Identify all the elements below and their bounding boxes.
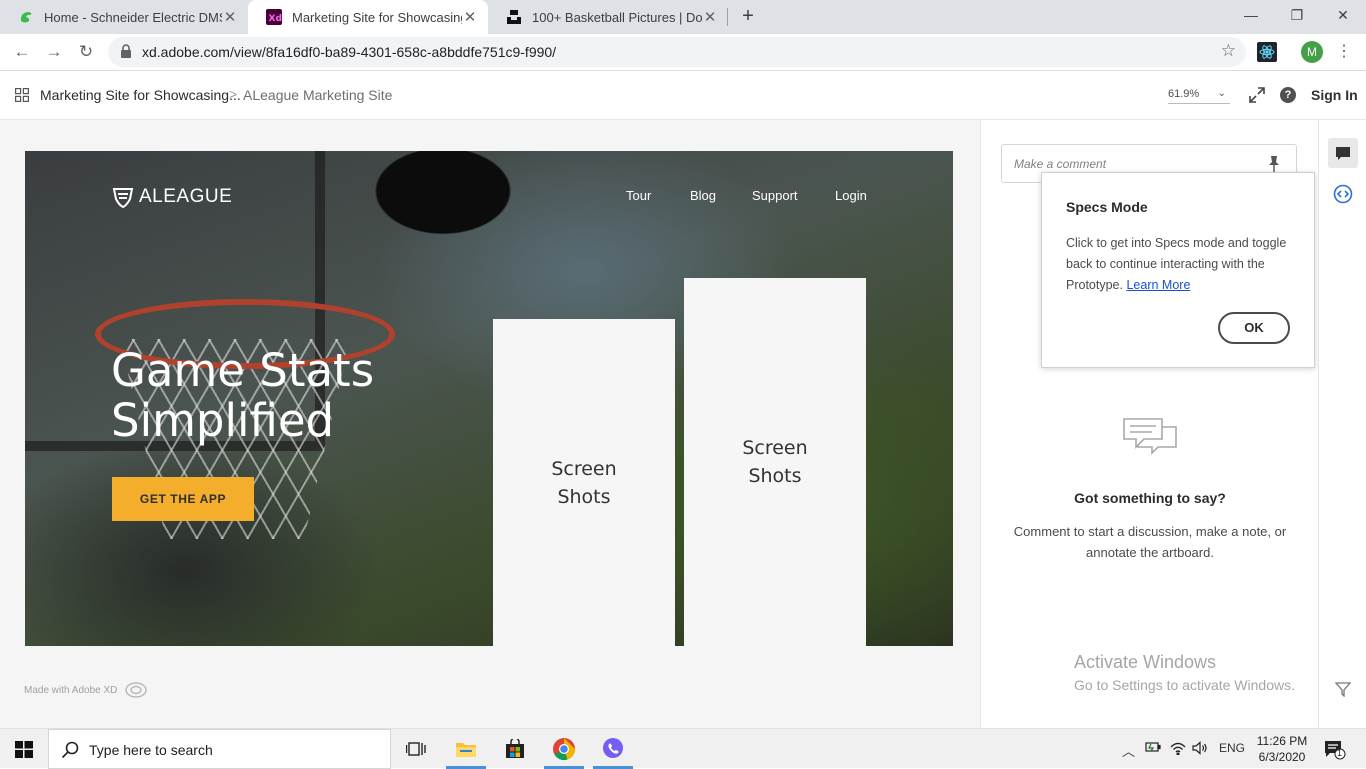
tab-divider [727, 8, 728, 26]
nav-tour[interactable]: Tour [626, 188, 651, 203]
hero-line-1: Game Stats [111, 344, 375, 397]
empty-state-text: Comment to start a discussion, make a no… [1013, 524, 1287, 560]
windows-taskbar: Type here to search ︿ ENG 11:26 PM 6/3/2… [0, 728, 1366, 769]
schneider-favicon-icon [18, 9, 34, 25]
restore-button[interactable]: ❐ [1274, 0, 1320, 30]
notification-count: 1 [1337, 748, 1343, 758]
empty-state-title: Got something to say? [1074, 490, 1226, 506]
close-tab-icon[interactable]: ✕ [462, 8, 478, 26]
artboard[interactable]: ALEAGUE Tour Blog Support Login Game Sta… [25, 151, 953, 646]
popover-text: Click to get into Specs mode and toggle … [1066, 233, 1302, 296]
browser-toolbar: ← → ↻ xd.adobe.com/view/8fa16df0-ba89-43… [0, 34, 1366, 71]
tab-basketball[interactable]: 100+ Basketball Pictures | Downl ✕ [488, 0, 728, 34]
hero-line-2: Simplified [111, 394, 335, 447]
zoom-value: 61.9% [1168, 88, 1200, 100]
address-bar[interactable]: xd.adobe.com/view/8fa16df0-ba89-4301-658… [108, 37, 1246, 67]
specs-mode-popover: Specs Mode Click to get into Specs mode … [1041, 172, 1315, 368]
close-tab-icon[interactable]: ✕ [222, 8, 238, 26]
comment-placeholder: Make a comment [1014, 157, 1107, 171]
file-explorer-icon[interactable] [442, 729, 490, 769]
nav-support[interactable]: Support [752, 188, 798, 203]
activate-windows-text: Go to Settings to activate Windows. [1074, 677, 1295, 693]
forward-arrow-icon[interactable]: → [42, 40, 66, 64]
help-icon[interactable]: ? [1280, 87, 1296, 103]
hero-headline: Game Stats Simplified [111, 346, 374, 446]
task-view-button[interactable] [392, 729, 440, 769]
tab-schneider[interactable]: Home - Schneider Electric DMS ✕ [0, 0, 248, 34]
unsplash-favicon-icon [506, 9, 522, 25]
learn-more-link[interactable]: Learn More [1126, 278, 1190, 292]
tab-title: Home - Schneider Electric DMS [44, 9, 222, 25]
close-window-button[interactable]: ✕ [1320, 0, 1366, 30]
action-center-icon[interactable]: 1 [1324, 740, 1346, 760]
react-extension-icon[interactable] [1257, 42, 1277, 62]
fullscreen-icon[interactable] [1248, 86, 1266, 104]
tab-title: 100+ Basketball Pictures | Downl [532, 9, 702, 25]
chrome-taskbar-icon[interactable] [540, 729, 588, 769]
shield-logo-icon [111, 185, 135, 209]
volume-icon[interactable] [1192, 741, 1208, 758]
new-tab-button[interactable]: + [736, 5, 760, 29]
comments-toggle-button[interactable] [1328, 138, 1358, 168]
back-arrow-icon[interactable]: ← [10, 40, 34, 64]
logo-text: ALEAGUE [139, 186, 233, 207]
profile-avatar[interactable]: M [1301, 41, 1323, 63]
chrome-menu-icon[interactable]: ⋮ [1336, 41, 1352, 63]
svg-text:Xd: Xd [269, 14, 282, 24]
lock-icon[interactable] [120, 44, 132, 58]
bookmark-star-icon[interactable]: ☆ [1221, 41, 1236, 61]
filter-icon[interactable] [1334, 681, 1352, 698]
screenshot-placeholder-1: Screen Shots [493, 319, 675, 646]
screenshot-placeholder-2: Screen Shots [684, 278, 866, 646]
microsoft-store-icon[interactable] [491, 729, 539, 769]
made-with-adobe-xd[interactable]: Made with Adobe XD [24, 682, 148, 698]
prototype-canvas: ALEAGUE Tour Blog Support Login Game Sta… [0, 120, 980, 728]
clock-time: 11:26 PM [1256, 734, 1308, 748]
zoom-select[interactable]: 61.9% ⌄ [1168, 88, 1230, 104]
specs-mode-icon[interactable] [1333, 184, 1353, 204]
breadcrumb-artboard: ALeague Marketing Site [243, 87, 393, 103]
breadcrumb-project[interactable]: Marketing Site for Showcasing... [40, 87, 241, 103]
taskbar-search-box[interactable]: Type here to search [48, 729, 391, 769]
minimize-button[interactable]: — [1228, 0, 1274, 30]
popover-title: Specs Mode [1066, 199, 1148, 215]
url-text: xd.adobe.com/view/8fa16df0-ba89-4301-658… [142, 44, 557, 60]
browser-tab-strip: Home - Schneider Electric DMS ✕ Xd Marke… [0, 0, 1366, 34]
clock[interactable]: 11:26 PM 6/3/2020 [1252, 733, 1312, 765]
windows-start-icon[interactable] [15, 741, 33, 758]
aleague-logo[interactable]: ALEAGUE [111, 185, 232, 209]
battery-icon[interactable] [1145, 741, 1161, 756]
pin-icon[interactable] [1266, 155, 1282, 173]
chevron-down-icon: ⌄ [1217, 88, 1226, 99]
reload-icon[interactable]: ↻ [74, 40, 98, 64]
right-rail [1318, 120, 1366, 728]
viber-taskbar-icon[interactable] [589, 729, 637, 769]
activate-windows-title: Activate Windows [1074, 652, 1217, 672]
nav-login[interactable]: Login [835, 188, 867, 203]
tab-adobe-xd[interactable]: Xd Marketing Site for Showcasing th ✕ [248, 0, 488, 34]
show-hidden-icons-chevron-up-icon[interactable]: ︿ [1122, 741, 1135, 760]
breadcrumb-separator: > [229, 86, 238, 102]
search-icon [61, 741, 79, 759]
nav-blog[interactable]: Blog [690, 188, 716, 203]
grid-view-icon[interactable] [15, 88, 29, 102]
language-indicator[interactable]: ENG [1219, 741, 1245, 755]
sign-in-link[interactable]: Sign In [1311, 87, 1358, 103]
creative-cloud-icon [125, 682, 148, 698]
ok-button[interactable]: OK [1218, 312, 1290, 344]
search-placeholder: Type here to search [89, 742, 213, 758]
close-tab-icon[interactable]: ✕ [702, 8, 718, 26]
made-with-text: Made with Adobe XD [24, 684, 118, 696]
adobe-xd-favicon-icon: Xd [266, 9, 282, 25]
chat-bubbles-icon [1122, 417, 1178, 461]
clock-date: 6/3/2020 [1258, 750, 1306, 764]
xd-header: Marketing Site for Showcasing... > ALeag… [0, 71, 1366, 120]
wifi-icon[interactable] [1170, 741, 1186, 758]
tab-title: Marketing Site for Showcasing th [292, 9, 462, 25]
get-the-app-button[interactable]: GET THE APP [112, 477, 254, 521]
